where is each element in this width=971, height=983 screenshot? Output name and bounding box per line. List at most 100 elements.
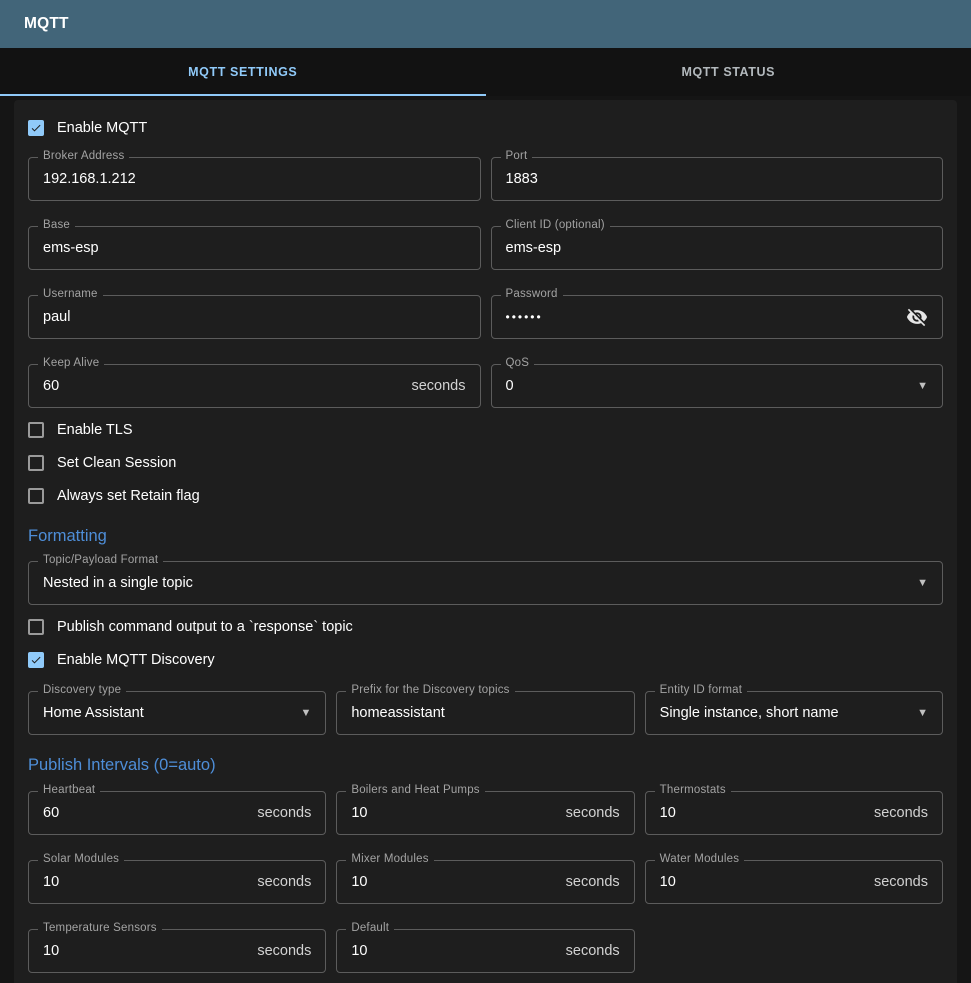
intervals-row-3: Temperature Sensors 10 seconds Default 1… [28, 929, 943, 973]
field-label: Water Modules [655, 853, 745, 865]
discovery-row: Discovery type Home Assistant ▼ Prefix f… [28, 691, 943, 735]
qos-select[interactable]: QoS 0 ▼ [491, 364, 944, 408]
broker-address-field[interactable]: Broker Address 192.168.1.212 [28, 157, 481, 201]
field-suffix: seconds [566, 874, 620, 890]
field-value: Home Assistant [43, 705, 292, 721]
field-label: Solar Modules [38, 853, 124, 865]
field-label: Username [38, 288, 103, 300]
field-label: Client ID (optional) [501, 219, 610, 231]
checkbox-label: Enable MQTT [57, 120, 147, 136]
topic-format-row: Topic/Payload Format Nested in a single … [28, 561, 943, 605]
page-title: MQTT [24, 15, 69, 33]
dropdown-arrow-icon: ▼ [300, 707, 311, 719]
topic-payload-format-select[interactable]: Topic/Payload Format Nested in a single … [28, 561, 943, 605]
field-suffix: seconds [874, 874, 928, 890]
field-label: Boilers and Heat Pumps [346, 784, 484, 796]
field-value: 192.168.1.212 [43, 171, 466, 187]
enable-mqtt-checkbox[interactable]: Enable MQTT [28, 118, 943, 138]
field-label: Default [346, 922, 394, 934]
mqtt-settings-panel: Enable MQTT Broker Address 192.168.1.212… [14, 100, 957, 983]
field-value: 10 [660, 805, 866, 821]
field-value: 10 [351, 943, 557, 959]
formatting-section-heading: Formatting [28, 527, 943, 545]
field-value: 60 [43, 805, 249, 821]
temperature-sensors-interval-field[interactable]: Temperature Sensors 10 seconds [28, 929, 326, 973]
field-label: Prefix for the Discovery topics [346, 684, 514, 696]
tab-label: MQTT STATUS [681, 65, 775, 79]
boilers-interval-field[interactable]: Boilers and Heat Pumps 10 seconds [336, 791, 634, 835]
solar-interval-field[interactable]: Solar Modules 10 seconds [28, 860, 326, 904]
base-clientid-row: Base ems-esp Client ID (optional) ems-es… [28, 226, 943, 270]
heartbeat-interval-field[interactable]: Heartbeat 60 seconds [28, 791, 326, 835]
checkbox-label: Enable TLS [57, 422, 133, 438]
thermostats-interval-field[interactable]: Thermostats 10 seconds [645, 791, 943, 835]
tab-mqtt-settings[interactable]: MQTT SETTINGS [0, 48, 486, 96]
checkbox-checked-icon [28, 120, 44, 136]
publish-response-checkbox[interactable]: Publish command output to a `response` t… [28, 617, 943, 637]
enable-tls-checkbox[interactable]: Enable TLS [28, 420, 943, 440]
field-label: QoS [501, 357, 535, 369]
field-value: homeassistant [351, 705, 619, 721]
checkbox-unchecked-icon [28, 488, 44, 504]
field-label: Thermostats [655, 784, 731, 796]
field-label: Mixer Modules [346, 853, 433, 865]
checkbox-label: Always set Retain flag [57, 488, 200, 504]
water-interval-field[interactable]: Water Modules 10 seconds [645, 860, 943, 904]
field-label: Temperature Sensors [38, 922, 162, 934]
field-value: 10 [351, 805, 557, 821]
field-value: ems-esp [506, 240, 929, 256]
enable-discovery-checkbox[interactable]: Enable MQTT Discovery [28, 650, 943, 670]
field-suffix: seconds [257, 943, 311, 959]
checkbox-unchecked-icon [28, 455, 44, 471]
field-value: 0 [506, 378, 910, 394]
field-label: Topic/Payload Format [38, 554, 163, 566]
port-field[interactable]: Port 1883 [491, 157, 944, 201]
checkbox-unchecked-icon [28, 619, 44, 635]
credentials-row: Username paul Password •••••• [28, 295, 943, 339]
tab-mqtt-status[interactable]: MQTT STATUS [486, 48, 971, 96]
checkbox-checked-icon [28, 652, 44, 668]
keep-alive-field[interactable]: Keep Alive 60 seconds [28, 364, 481, 408]
client-id-field[interactable]: Client ID (optional) ems-esp [491, 226, 944, 270]
checkbox-label: Publish command output to a `response` t… [57, 619, 353, 635]
username-field[interactable]: Username paul [28, 295, 481, 339]
intervals-row-2: Solar Modules 10 seconds Mixer Modules 1… [28, 860, 943, 904]
field-label: Base [38, 219, 75, 231]
field-suffix: seconds [257, 874, 311, 890]
field-label: Port [501, 150, 533, 162]
toggle-password-visibility-button[interactable] [906, 306, 928, 328]
field-value: ems-esp [43, 240, 466, 256]
field-label: Keep Alive [38, 357, 104, 369]
field-value: paul [43, 309, 466, 325]
field-value: •••••• [506, 310, 899, 324]
field-value: 10 [351, 874, 557, 890]
field-value: 1883 [506, 171, 929, 187]
field-suffix: seconds [566, 805, 620, 821]
retain-flag-checkbox[interactable]: Always set Retain flag [28, 486, 943, 506]
field-value: 10 [43, 874, 249, 890]
clean-session-checkbox[interactable]: Set Clean Session [28, 453, 943, 473]
field-suffix: seconds [874, 805, 928, 821]
entity-id-format-select[interactable]: Entity ID format Single instance, short … [645, 691, 943, 735]
field-label: Discovery type [38, 684, 126, 696]
field-label: Broker Address [38, 150, 129, 162]
app-bar: MQTT [0, 0, 971, 48]
discovery-type-select[interactable]: Discovery type Home Assistant ▼ [28, 691, 326, 735]
checkbox-label: Enable MQTT Discovery [57, 652, 215, 668]
visibility-off-icon [906, 306, 928, 328]
password-field[interactable]: Password •••••• [491, 295, 944, 339]
field-suffix: seconds [257, 805, 311, 821]
dropdown-arrow-icon: ▼ [917, 380, 928, 392]
field-value: 10 [43, 943, 249, 959]
base-field[interactable]: Base ems-esp [28, 226, 481, 270]
field-suffix: seconds [411, 378, 465, 394]
discovery-prefix-field[interactable]: Prefix for the Discovery topics homeassi… [336, 691, 634, 735]
keepalive-qos-row: Keep Alive 60 seconds QoS 0 ▼ [28, 364, 943, 408]
broker-port-row: Broker Address 192.168.1.212 Port 1883 [28, 157, 943, 201]
field-label: Heartbeat [38, 784, 100, 796]
default-interval-field[interactable]: Default 10 seconds [336, 929, 634, 973]
field-suffix: seconds [566, 943, 620, 959]
field-value: 60 [43, 378, 403, 394]
dropdown-arrow-icon: ▼ [917, 577, 928, 589]
mixer-interval-field[interactable]: Mixer Modules 10 seconds [336, 860, 634, 904]
